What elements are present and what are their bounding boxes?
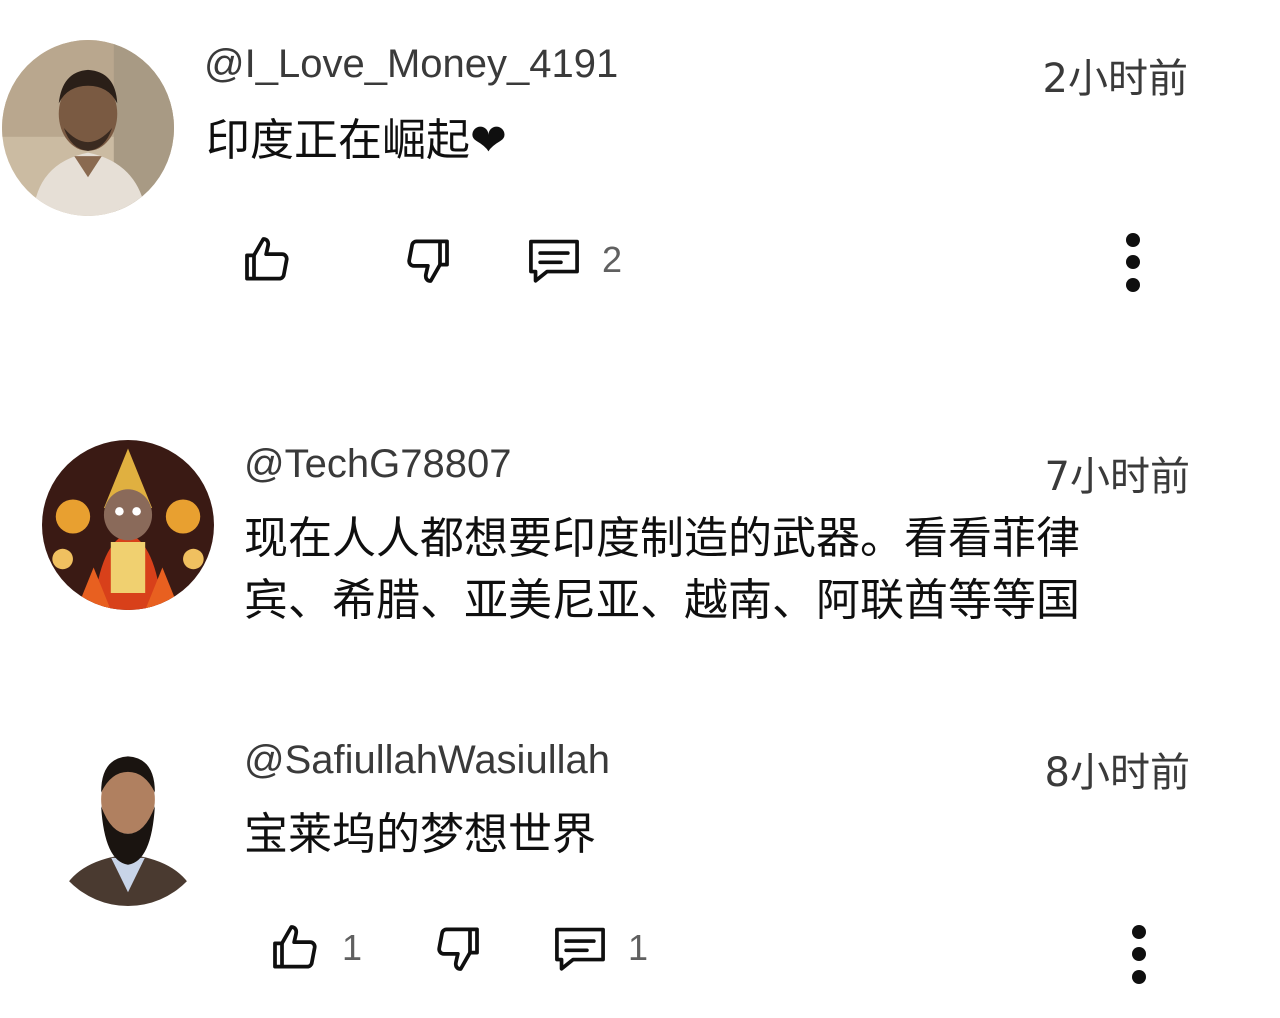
reply-button[interactable]: 2 xyxy=(524,232,622,288)
dislike-button[interactable] xyxy=(428,920,484,976)
avatar[interactable] xyxy=(2,40,174,216)
avatar[interactable] xyxy=(42,440,214,610)
thumb-up-icon xyxy=(273,925,317,969)
like-count: 1 xyxy=(342,927,363,968)
comment-text: 宝莱坞的梦想世界 xyxy=(244,809,596,860)
avatar[interactable] xyxy=(44,734,212,906)
comment-icon xyxy=(529,239,579,283)
comment-3: @SafiullahWasiullah 8小时前 宝莱坞的梦想世界 1 1 xyxy=(0,720,1280,1018)
reply-count: 1 xyxy=(628,927,649,968)
comment-time: 7小时前 xyxy=(1044,454,1190,500)
more-options-button[interactable] xyxy=(1118,232,1148,300)
author-name[interactable]: @I_Love_Money_4191 xyxy=(204,42,618,87)
reply-button[interactable]: 1 xyxy=(550,920,648,976)
comment-text: 印度正在崛起❤ xyxy=(206,115,507,166)
comment-2: @TechG78807 7小时前 现在人人都想要印度制造的武器。看看菲律 宾、希… xyxy=(0,430,1280,640)
more-options-button[interactable] xyxy=(1124,924,1154,996)
comment-actions: 2 xyxy=(0,232,1280,292)
dislike-button[interactable] xyxy=(398,232,454,288)
like-button[interactable]: 1 xyxy=(268,920,362,976)
comment-time: 8小时前 xyxy=(1044,750,1190,796)
comment-1: @I_Love_Money_4191 2小时前 印度正在崛起❤ 2 xyxy=(0,0,1280,330)
like-button[interactable] xyxy=(240,232,296,288)
comment-time: 2小时前 xyxy=(1042,56,1188,102)
comment-text: 现在人人都想要印度制造的武器。看看菲律 宾、希腊、亚美尼亚、越南、阿联酋等等国 xyxy=(244,508,1204,640)
comment-text-line: 现在人人都想要印度制造的武器。看看菲律 xyxy=(244,513,1080,564)
comment-actions: 1 1 xyxy=(0,920,1280,984)
comment-icon xyxy=(555,927,605,971)
author-name[interactable]: @TechG78807 xyxy=(244,442,511,487)
more-vert-icon xyxy=(1132,925,1146,984)
reply-count: 2 xyxy=(602,239,623,280)
more-vert-icon xyxy=(1126,233,1140,292)
thumb-down-icon xyxy=(437,927,479,971)
comment-text-line: 宾、希腊、亚美尼亚、越南、阿联酋等等国 xyxy=(244,575,1080,626)
thumb-down-icon xyxy=(407,239,449,283)
thumb-up-icon xyxy=(245,237,289,281)
author-name[interactable]: @SafiullahWasiullah xyxy=(244,738,610,783)
